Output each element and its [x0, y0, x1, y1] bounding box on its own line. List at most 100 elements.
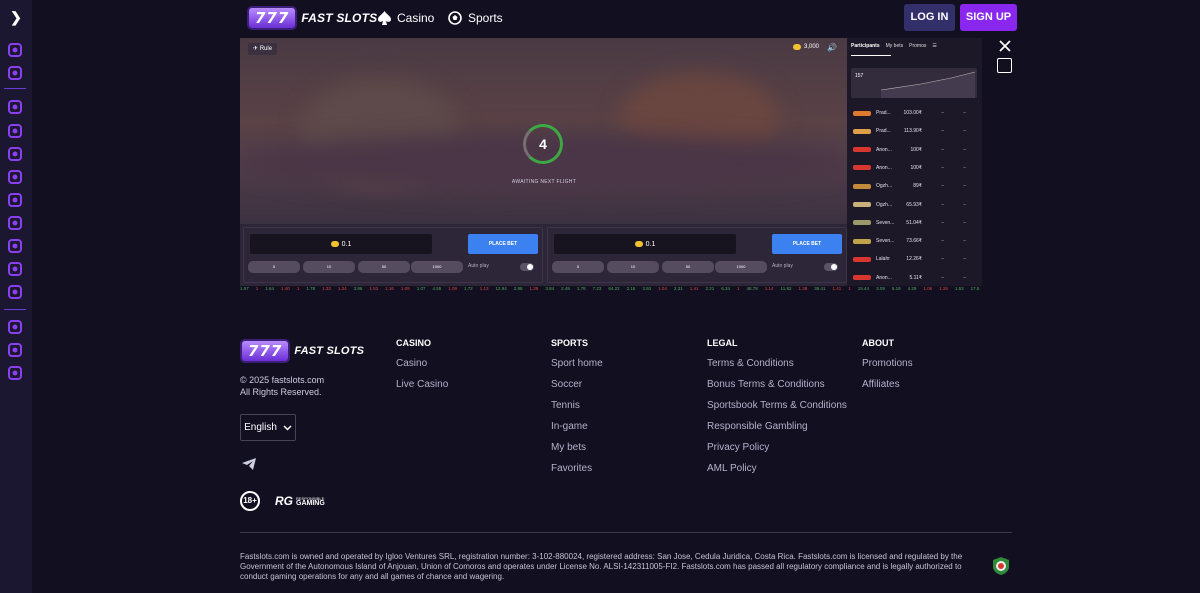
participant-name: Anon...	[876, 274, 892, 281]
live-broadcast-icon[interactable]	[6, 122, 24, 140]
basketball-icon[interactable]	[6, 191, 24, 209]
participant-multiplier: –	[941, 238, 944, 245]
tab-participants[interactable]: Participants	[851, 43, 880, 49]
footer-link[interactable]: In-game	[551, 421, 603, 442]
footer-link[interactable]: Promotions	[862, 358, 913, 379]
place-bet-button[interactable]: PLACE BET	[468, 234, 538, 254]
hockey-stick-icon[interactable]	[6, 214, 24, 232]
slot-tile-icon[interactable]	[6, 64, 24, 82]
american-football-icon[interactable]	[6, 237, 24, 255]
nav-casino[interactable]: Casino	[378, 9, 434, 27]
sound-icon[interactable]: 🔊	[827, 43, 837, 52]
tab-promos[interactable]: Promos	[909, 43, 926, 49]
target-icon[interactable]	[6, 145, 24, 163]
quick-amount-button[interactable]: 50	[358, 261, 410, 273]
quick-amount-button[interactable]: 5	[248, 261, 300, 273]
store-icon[interactable]	[6, 283, 24, 301]
nav-sports-label: Sports	[468, 11, 503, 25]
footer-link[interactable]: Sportsbook Terms & Conditions	[707, 400, 847, 421]
quick-amount-button[interactable]: 1000	[411, 261, 463, 273]
multiplier-history-item: 1.09	[448, 286, 457, 291]
tab-my-bets[interactable]: My bets	[886, 43, 904, 49]
multiplier-history-item: 1.16	[385, 286, 394, 291]
quick-amount-button[interactable]: 1000	[715, 261, 767, 273]
participant-bet: 65.93₹	[906, 201, 922, 208]
footer-col-legal: LEGAL Terms & Conditions Bonus Terms & C…	[707, 338, 847, 484]
participant-bet: 89₹	[913, 183, 922, 190]
bet-amount-input[interactable]: 0.1	[554, 234, 736, 254]
tennis-icon[interactable]	[6, 168, 24, 186]
footer-logo[interactable]: 777 FAST SLOTS	[240, 339, 364, 363]
plane-icon	[853, 256, 871, 262]
bet-amount-input[interactable]: 0.1	[250, 234, 432, 254]
participant-row: Lalahr 12.26₹ – –	[853, 250, 977, 268]
racing-car-icon[interactable]	[6, 260, 24, 278]
participant-multiplier: –	[941, 128, 944, 135]
quick-amount-button[interactable]: 50	[662, 261, 714, 273]
place-bet-button[interactable]: PLACE BET	[772, 234, 842, 254]
footer-link[interactable]: Bonus Terms & Conditions	[707, 379, 847, 400]
multiplier-history-item: 1.41	[689, 286, 699, 291]
coin-icon	[330, 241, 339, 247]
license-seal-icon[interactable]	[991, 556, 1011, 576]
menu-icon[interactable]: ☰	[932, 43, 936, 49]
sparkline	[880, 71, 976, 98]
nav-sports[interactable]: Sports	[448, 9, 503, 27]
countdown-ring: 4	[523, 124, 563, 164]
spade-icon	[378, 11, 391, 25]
quick-amount-button[interactable]: 10	[607, 261, 659, 273]
multiplier-history-item: 2.88	[513, 286, 523, 291]
auto-play-toggle[interactable]	[520, 263, 534, 271]
star-badge-icon[interactable]	[6, 98, 24, 116]
gift-box-icon[interactable]	[6, 41, 24, 59]
participant-multiplier: –	[941, 146, 944, 153]
megaphone-icon[interactable]	[6, 341, 24, 359]
multiplier-history-item: 64.22	[608, 286, 620, 291]
logo-777: 777	[247, 6, 298, 30]
participant-row: Prad... 113.90₹ – –	[853, 122, 977, 140]
crash-game-frame[interactable]: ✈ Rule 3,000 🔊 4 AWAITING NEXT FLIGHT 0.…	[240, 38, 982, 286]
participant-name: Seven...	[876, 238, 895, 245]
footer-link[interactable]: AML Policy	[707, 463, 847, 484]
multiplier-history-item: 12.94	[495, 286, 507, 291]
rules-button[interactable]: ✈ Rule	[248, 43, 278, 55]
footer-link[interactable]: Favorites	[551, 463, 603, 484]
close-icon[interactable]	[997, 38, 1013, 54]
rg-line-2: GAMING	[296, 499, 325, 507]
footer-link[interactable]: Privacy Policy	[707, 442, 847, 463]
footer-link[interactable]: Sport home	[551, 358, 603, 379]
whistle-icon[interactable]	[6, 364, 24, 382]
footer-link[interactable]: Live Casino	[396, 379, 448, 400]
participant-bet: 5.11₹	[909, 274, 922, 281]
footer-link[interactable]: Soccer	[551, 379, 603, 400]
quick-amount-button[interactable]: 10	[303, 261, 355, 273]
quick-amount-button[interactable]: 5	[552, 261, 604, 273]
multiplier-history-item: 1.41	[832, 286, 842, 291]
footer-link[interactable]: Affiliates	[862, 379, 913, 400]
participant-row: Ogzh... 89₹ – –	[853, 177, 977, 195]
participant-win: –	[963, 128, 966, 135]
auto-play-label: Auto play	[468, 263, 489, 269]
active-tab-underline	[851, 55, 891, 56]
participant-bet: 12.26₹	[906, 256, 922, 263]
participant-name: Seven...	[876, 219, 895, 226]
header-logo[interactable]: 777 FAST SLOTS	[247, 6, 377, 30]
bet-amount-value: 0.1	[645, 240, 656, 248]
footer-link[interactable]: My bets	[551, 442, 603, 463]
responsible-gaming-logo[interactable]: RG RESPONSIBLE GAMING	[275, 492, 325, 509]
footer-link[interactable]: Casino	[396, 358, 448, 379]
chevron-right-icon[interactable]: ❯	[8, 9, 24, 25]
footer-link[interactable]: Responsible Gambling	[707, 421, 847, 442]
footer-link[interactable]: Tennis	[551, 400, 603, 421]
fire-icon[interactable]	[6, 318, 24, 336]
multiplier-history-item: 1.53	[954, 286, 964, 291]
fullscreen-icon[interactable]	[997, 58, 1012, 73]
signup-button[interactable]: SIGN UP	[960, 4, 1017, 31]
login-button[interactable]: LOG IN	[904, 4, 955, 31]
participants-graph: 157	[851, 68, 977, 98]
auto-play-toggle[interactable]	[824, 263, 838, 271]
language-select[interactable]: English	[240, 414, 296, 441]
telegram-icon[interactable]	[242, 458, 256, 470]
footer-link[interactable]: Terms & Conditions	[707, 358, 847, 379]
plane-icon	[853, 128, 871, 134]
